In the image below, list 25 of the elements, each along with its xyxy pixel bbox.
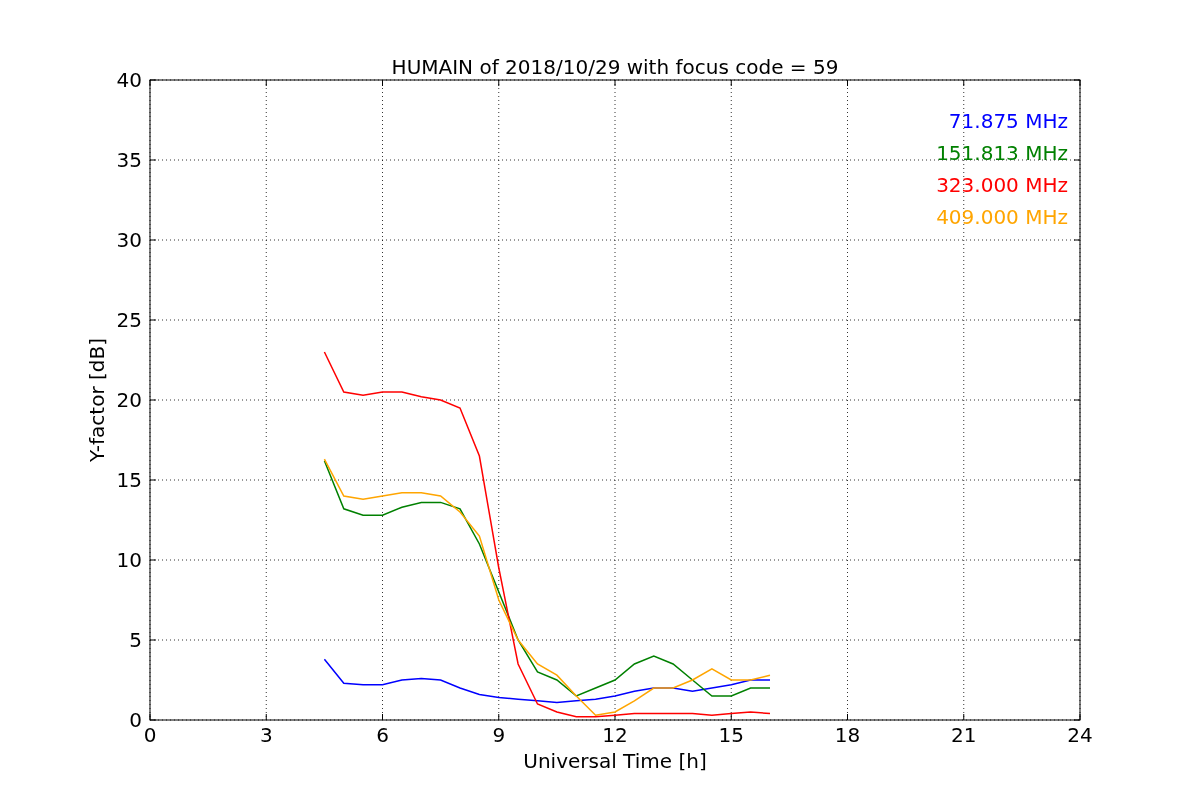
y-tick-label: 0	[129, 708, 142, 732]
y-tick-label: 25	[116, 308, 142, 332]
legend-label: 151.813 MHz	[936, 141, 1068, 165]
y-tick-label: 30	[116, 228, 142, 252]
x-tick-label: 18	[834, 723, 861, 747]
y-tick-label: 10	[116, 548, 142, 572]
x-axis-label: Universal Time [h]	[523, 749, 707, 773]
y-tick-label: 5	[129, 628, 142, 652]
x-tick-label: 6	[376, 723, 389, 747]
legend-label: 323.000 MHz	[936, 173, 1068, 197]
x-tick-label: 15	[718, 723, 744, 747]
y-axis-label: Y-factor [dB]	[85, 338, 109, 462]
legend-label: 71.875 MHz	[948, 109, 1068, 133]
chart-title: HUMAIN of 2018/10/29 with focus code = 59	[391, 55, 839, 79]
x-tick-label: 21	[951, 723, 977, 747]
x-tick-label: 12	[602, 723, 628, 747]
x-tick-label: 3	[259, 723, 273, 747]
y-tick-label: 20	[116, 388, 142, 412]
legend-label: 409.000 MHz	[936, 205, 1068, 229]
y-tick-label: 15	[116, 468, 142, 492]
y-tick-label: 35	[116, 148, 142, 172]
x-tick-label: 9	[492, 723, 506, 747]
x-tick-label: 0	[143, 723, 157, 747]
x-tick-label: 24	[1067, 723, 1093, 747]
y-tick-label: 40	[116, 68, 142, 92]
